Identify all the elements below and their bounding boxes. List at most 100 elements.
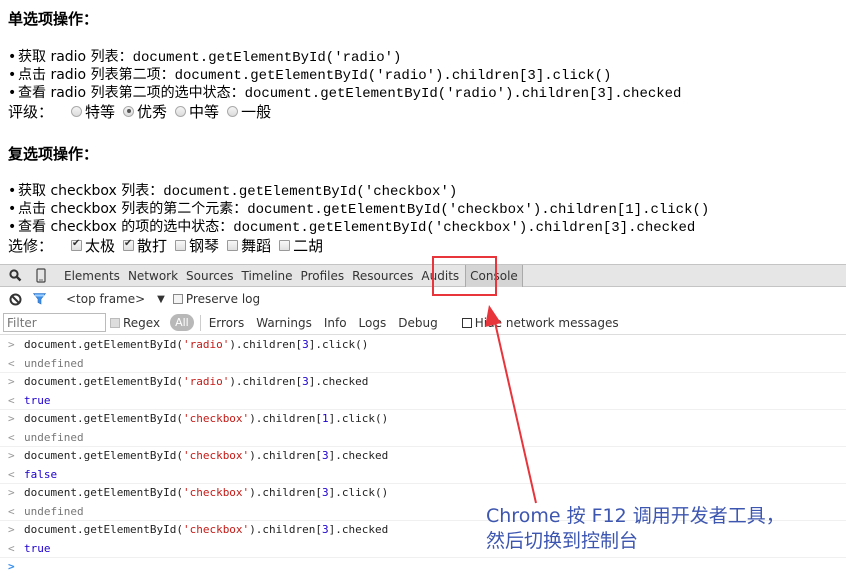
tab-elements[interactable]: Elements	[60, 265, 124, 287]
annotation-text: Chrome 按 F12 调用开发者工具， 然后切换到控制台	[486, 504, 785, 554]
input-chevron-icon: >	[8, 449, 15, 462]
elective-label: 选修：	[8, 236, 54, 255]
level-info[interactable]: Info	[324, 316, 347, 330]
filter-input[interactable]	[3, 313, 106, 332]
hide-network-checkbox[interactable]: Hide network messages	[461, 315, 619, 330]
frame-dropdown-icon[interactable]: ▼	[157, 294, 165, 305]
option-label: 优秀	[137, 102, 168, 121]
level-all-button[interactable]: All	[170, 314, 194, 331]
checkbox-bullet-2: • 点击 checkbox 列表的第二个元素：document.getElemen…	[8, 201, 710, 218]
radio-button[interactable]	[175, 105, 187, 117]
filter-bar: Regex All Errors Warnings Info Logs Debu…	[0, 311, 846, 335]
option-label: 钢琴	[189, 236, 220, 255]
console-result: undefined	[24, 356, 84, 370]
console-command: document.getElementById('radio').childre…	[24, 338, 369, 351]
bullet-label: 查看 checkbox 的项的选中状态：	[18, 219, 234, 235]
devtools-tabbar: Elements Network Sources Timeline Profil…	[0, 264, 846, 287]
level-errors[interactable]: Errors	[209, 316, 245, 330]
result-arrow-icon: <	[8, 430, 15, 444]
annotation-line-2: 然后切换到控制台	[486, 530, 639, 552]
option-label: 散打	[137, 236, 168, 255]
radio-option-tedeng[interactable]: 特等	[71, 101, 115, 122]
prompt-chevron-icon: >	[8, 560, 15, 573]
web-page: 单选项操作： • 获取 radio 列表：document.getElementB…	[0, 0, 846, 264]
bullet-label: 点击 radio 列表第二项：	[18, 67, 175, 83]
tab-network[interactable]: Network	[124, 265, 182, 287]
tab-timeline[interactable]: Timeline	[238, 265, 297, 287]
tab-sources[interactable]: Sources	[182, 265, 237, 287]
bullet-code: document.getElementById('radio').childre…	[244, 86, 682, 102]
console-result-row: < undefined	[0, 429, 846, 447]
input-chevron-icon: >	[8, 375, 15, 388]
hide-network-label: Hide network messages	[474, 315, 619, 330]
search-icon[interactable]	[4, 265, 26, 287]
radio-group: 评级： 特等 优秀 中等 一般	[8, 101, 279, 122]
preserve-log-label: Preserve log	[185, 292, 261, 306]
annotation-line-1: Chrome 按 F12 调用开发者工具，	[486, 505, 785, 527]
checkbox-option-taiji[interactable]: 太极	[71, 235, 115, 256]
radio-button[interactable]	[227, 105, 239, 117]
console-result: undefined	[24, 504, 84, 518]
bullet-label: 获取 radio 列表：	[18, 49, 133, 65]
console-result-row: < false	[0, 466, 846, 484]
radio-button-checked[interactable]	[123, 105, 135, 117]
console-input-row: > document.getElementById('checkbox').chi…	[0, 447, 846, 466]
regex-label: Regex	[123, 315, 161, 330]
clear-console-icon[interactable]	[4, 293, 26, 306]
radio-option-zhongdeng[interactable]: 中等	[175, 101, 219, 122]
console-command: document.getElementById('radio').childre…	[24, 375, 369, 388]
option-label: 一般	[241, 102, 272, 121]
console-result: false	[24, 467, 58, 481]
input-chevron-icon: >	[8, 486, 15, 499]
divider	[199, 314, 201, 331]
option-label: 舞蹈	[241, 236, 272, 255]
console-tab-highlight	[432, 256, 497, 296]
radio-option-youxiu[interactable]: 优秀	[123, 101, 167, 122]
option-label: 二胡	[293, 236, 324, 255]
checkbox-option-gangqin[interactable]: 钢琴	[175, 235, 219, 256]
input-chevron-icon: >	[8, 523, 15, 536]
checkbox-option-wudao[interactable]: 舞蹈	[227, 235, 271, 256]
checkbox-option-erhu[interactable]: 二胡	[279, 235, 323, 256]
preserve-log-checkbox[interactable]: Preserve log	[172, 292, 261, 306]
checkbox-section-title: 复选项操作：	[8, 145, 99, 163]
bullet-label: 查看 radio 列表第二项的选中状态：	[18, 85, 245, 101]
level-warnings[interactable]: Warnings	[256, 316, 312, 330]
checkbox-checked[interactable]	[71, 238, 83, 251]
level-logs[interactable]: Logs	[359, 316, 387, 330]
tab-profiles[interactable]: Profiles	[297, 265, 349, 287]
radio-button[interactable]	[71, 105, 83, 117]
console-command: document.getElementById('checkbox').chil…	[24, 486, 389, 499]
radio-section-title: 单选项操作：	[8, 10, 99, 28]
option-label: 特等	[85, 102, 116, 121]
result-arrow-icon: <	[8, 467, 15, 481]
checkbox[interactable]	[227, 239, 239, 251]
console-command: document.getElementById('checkbox').chil…	[24, 449, 389, 462]
tab-resources[interactable]: Resources	[348, 265, 417, 287]
result-arrow-icon: <	[8, 393, 15, 407]
result-arrow-icon: <	[8, 356, 15, 370]
console-toolbar: <top frame> ▼ Preserve log	[0, 287, 846, 311]
console-prompt[interactable]: >	[0, 558, 846, 577]
console-input-row: > document.getElementById('radio').childr…	[0, 336, 846, 355]
checkbox-checked[interactable]	[123, 238, 135, 251]
checkbox-option-sanda[interactable]: 散打	[123, 235, 167, 256]
console-command: document.getElementById('checkbox').chil…	[24, 523, 389, 536]
bullet-code: document.getElementById('radio').childre…	[174, 68, 612, 84]
filter-icon[interactable]	[28, 293, 50, 305]
checkbox[interactable]	[279, 239, 291, 251]
mobile-device-icon[interactable]	[30, 265, 52, 287]
regex-checkbox[interactable]: Regex	[110, 316, 160, 330]
console-input-row: > document.getElementById('checkbox').chi…	[0, 484, 846, 503]
checkbox[interactable]	[175, 239, 187, 251]
checkbox-group: 选修： 太极 散打 钢琴 舞蹈 二胡	[8, 235, 331, 256]
bullet-label: 点击 checkbox 列表的第二个元素：	[18, 201, 248, 217]
console-result-row: < undefined	[0, 355, 846, 373]
checkbox-bullet-1: • 获取 checkbox 列表：document.getElementById(…	[8, 183, 458, 200]
radio-option-yiban[interactable]: 一般	[227, 101, 271, 122]
result-arrow-icon: <	[8, 504, 15, 518]
frame-select[interactable]: <top frame>	[66, 292, 145, 306]
option-label: 太极	[85, 236, 116, 255]
rating-label: 评级：	[8, 102, 54, 121]
level-debug[interactable]: Debug	[398, 316, 437, 330]
